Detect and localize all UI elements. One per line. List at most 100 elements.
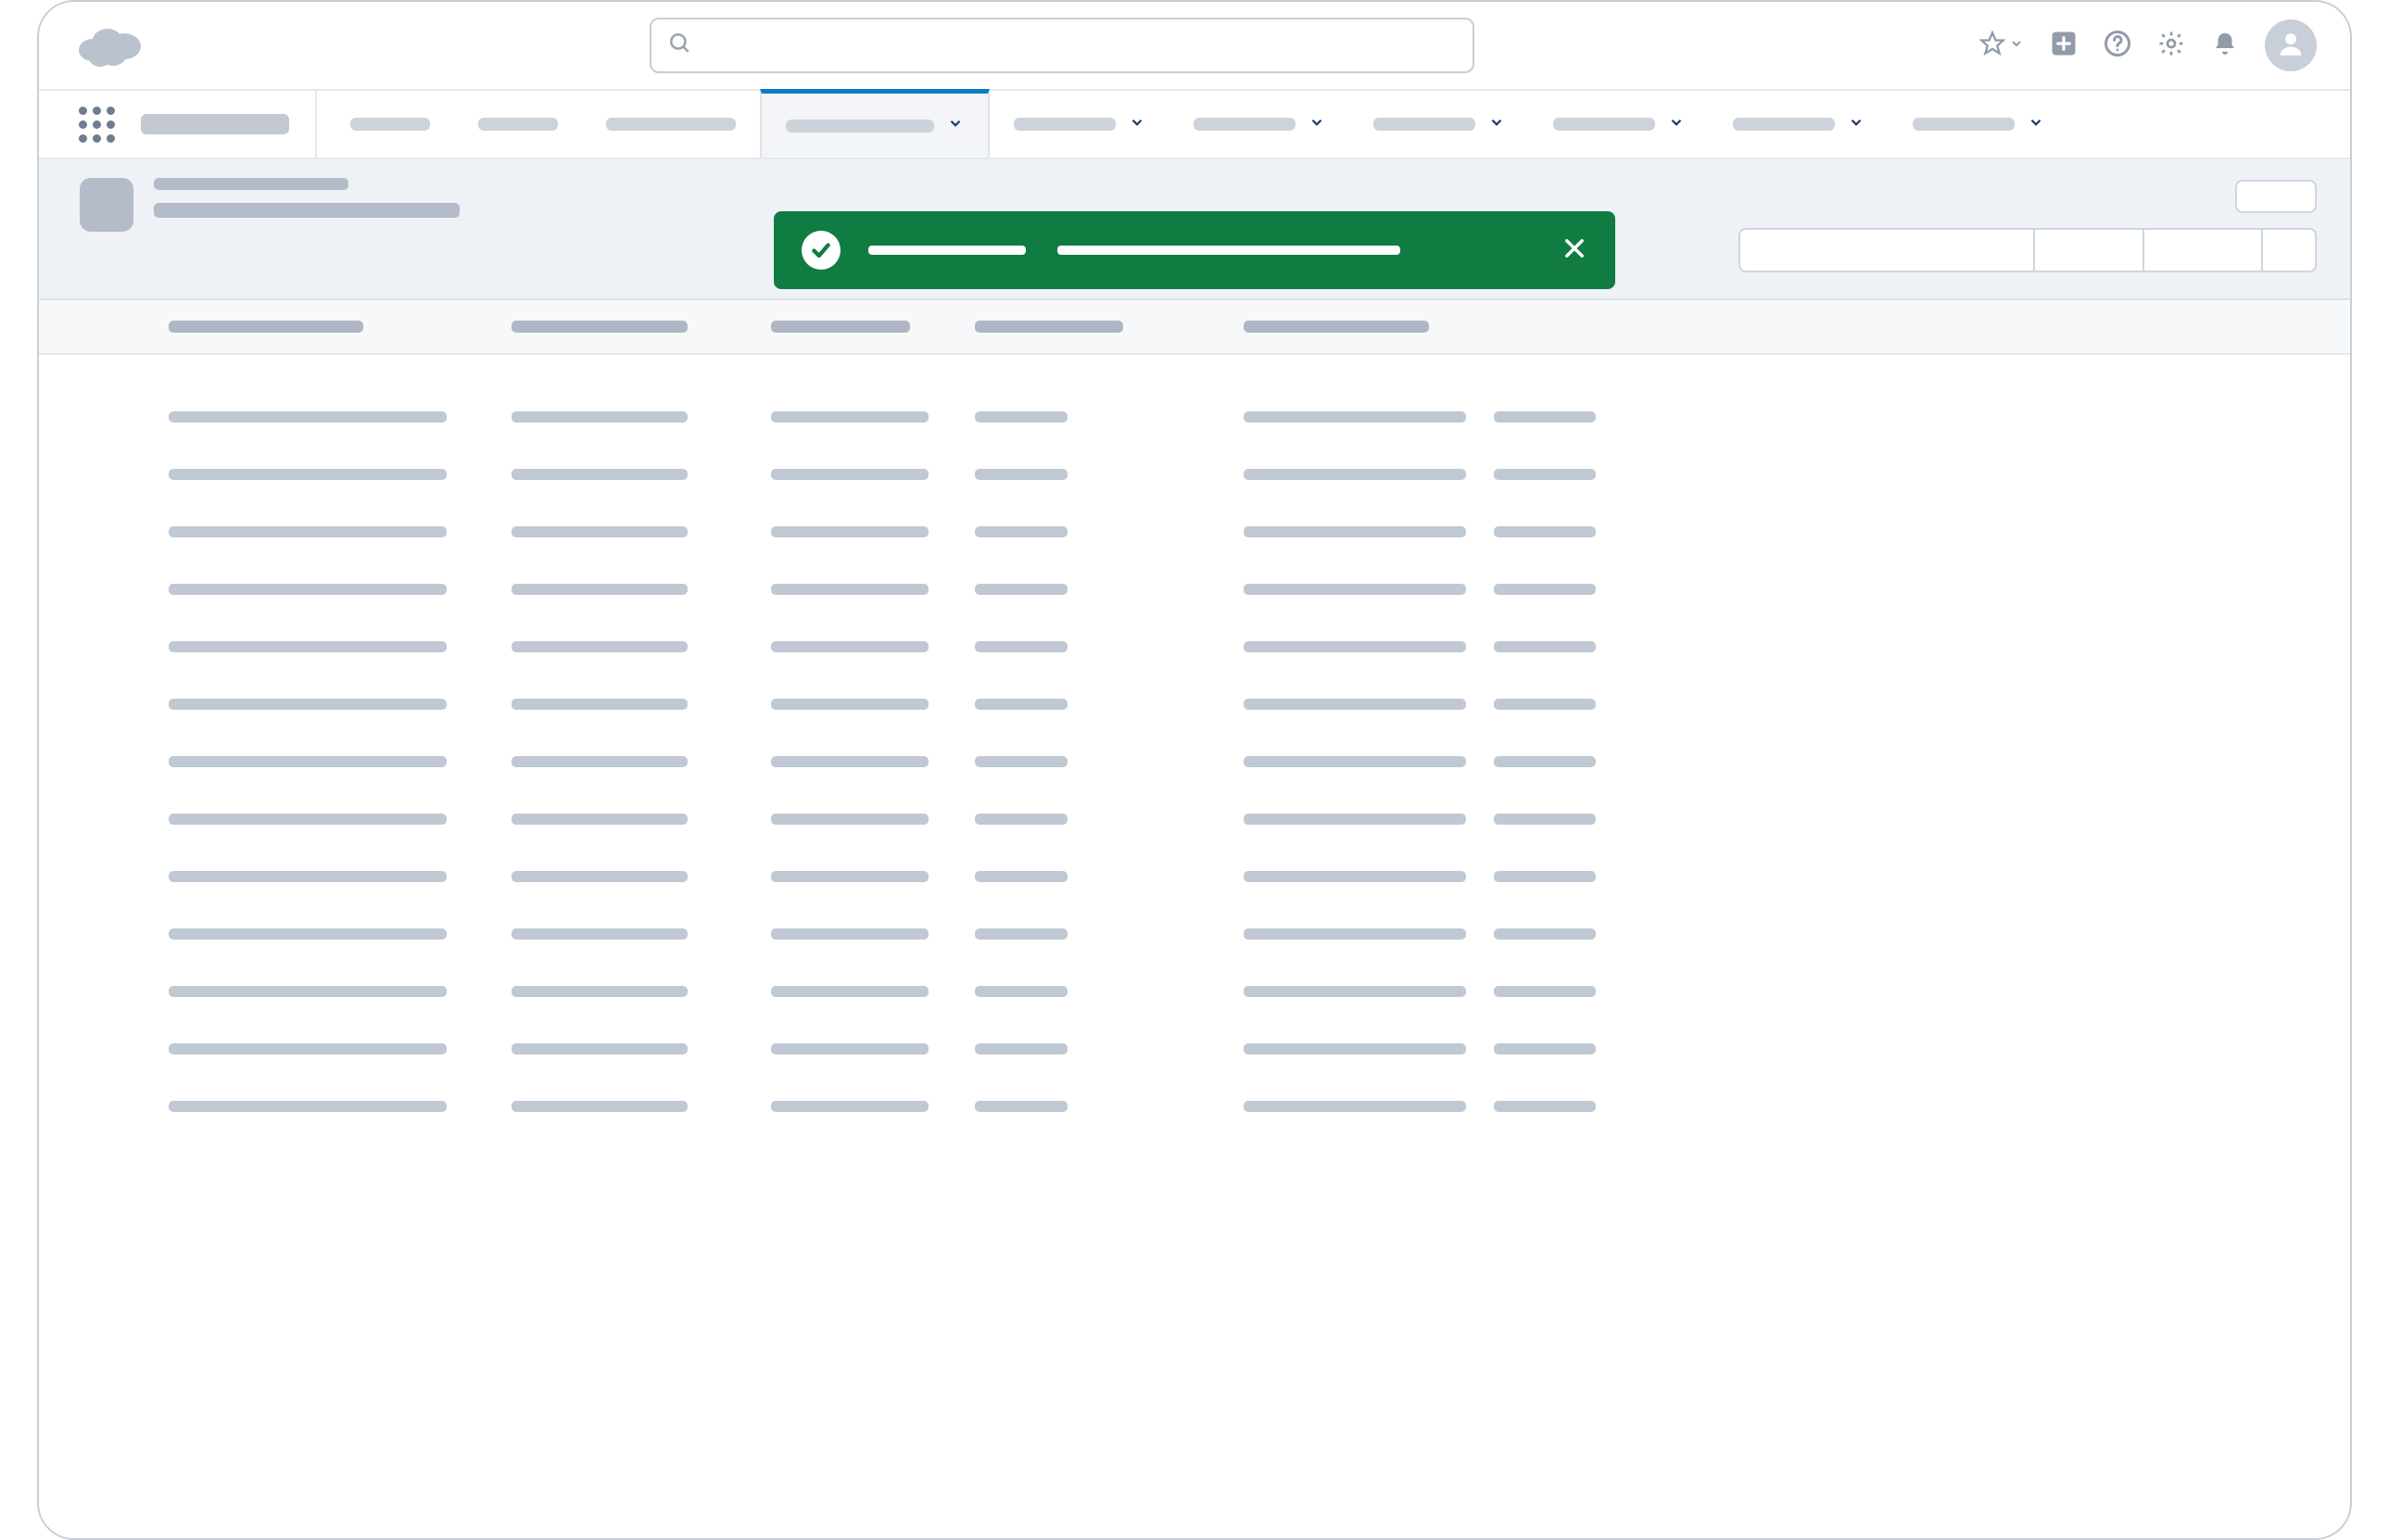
cell xyxy=(771,814,929,825)
table-row[interactable] xyxy=(169,503,2350,561)
user-avatar[interactable] xyxy=(2265,19,2317,71)
nav-tab-8[interactable] xyxy=(1709,91,1889,158)
cell xyxy=(169,584,447,595)
cell xyxy=(975,411,1068,423)
app-name-label xyxy=(141,114,289,134)
cell xyxy=(512,641,688,652)
cell xyxy=(771,699,929,710)
nav-tab-4[interactable] xyxy=(990,91,1169,158)
cell xyxy=(975,526,1068,537)
cell xyxy=(1494,699,1596,710)
nav-tab-0[interactable] xyxy=(326,91,454,158)
app-launcher[interactable] xyxy=(69,91,124,158)
col-2[interactable] xyxy=(512,321,688,333)
nav-tab-1[interactable] xyxy=(454,91,582,158)
favorites-button[interactable] xyxy=(1979,31,2024,61)
list-view-label xyxy=(154,203,460,218)
table-row[interactable] xyxy=(169,446,2350,503)
cell xyxy=(771,411,929,423)
nav-tab-label xyxy=(478,118,558,131)
notifications-button[interactable] xyxy=(2211,30,2239,62)
cell xyxy=(1244,526,1466,537)
cell xyxy=(771,526,929,537)
table-row[interactable] xyxy=(169,675,2350,733)
nav-tab-6[interactable] xyxy=(1349,91,1529,158)
success-check-icon xyxy=(802,231,841,270)
search-input[interactable] xyxy=(703,32,1456,58)
cell xyxy=(771,986,929,997)
cell xyxy=(1494,871,1596,882)
object-icon xyxy=(80,178,133,232)
gear-icon xyxy=(2157,30,2185,62)
setup-button[interactable] xyxy=(2157,30,2185,62)
cell xyxy=(169,526,447,537)
object-titles xyxy=(154,178,460,218)
cell xyxy=(771,1043,929,1054)
nav-tab-label xyxy=(1733,118,1835,131)
cell xyxy=(975,469,1068,480)
col-4[interactable] xyxy=(975,321,1123,333)
chevron-down-icon xyxy=(2028,114,2044,135)
table-row[interactable] xyxy=(169,963,2350,1020)
global-add-button[interactable] xyxy=(2050,30,2078,62)
table-row[interactable] xyxy=(169,733,2350,790)
question-icon xyxy=(2104,30,2131,62)
cell xyxy=(975,871,1068,882)
nav-tabs xyxy=(326,91,2068,158)
cell xyxy=(512,584,688,595)
toast-close-button[interactable] xyxy=(1561,235,1587,266)
table-body xyxy=(39,355,2350,1135)
cell xyxy=(1244,871,1466,882)
nav-tab-5[interactable] xyxy=(1169,91,1349,158)
cell xyxy=(1494,1043,1596,1054)
cell xyxy=(1494,928,1596,940)
nav-tab-7[interactable] xyxy=(1529,91,1709,158)
action-segment-2[interactable] xyxy=(2033,228,2144,272)
nav-tab-label xyxy=(1913,118,2015,131)
col-1[interactable] xyxy=(169,321,363,333)
action-segment-3[interactable] xyxy=(2143,228,2263,272)
chevron-down-icon xyxy=(1488,114,1505,135)
table-row[interactable] xyxy=(169,388,2350,446)
cell xyxy=(169,641,447,652)
person-icon xyxy=(2275,28,2307,64)
nav-tab-label xyxy=(606,118,736,131)
cell xyxy=(512,986,688,997)
table-row[interactable] xyxy=(169,1020,2350,1078)
cell xyxy=(1494,641,1596,652)
cell xyxy=(512,469,688,480)
table-row[interactable] xyxy=(169,848,2350,905)
cell xyxy=(1244,1101,1466,1112)
table-row[interactable] xyxy=(169,1078,2350,1135)
table-row[interactable] xyxy=(169,561,2350,618)
nav-tab-label xyxy=(1373,118,1475,131)
table-row[interactable] xyxy=(169,618,2350,675)
cell xyxy=(1244,641,1466,652)
cell xyxy=(975,986,1068,997)
nav-tab-9[interactable] xyxy=(1889,91,2068,158)
col-5[interactable] xyxy=(1244,321,1429,333)
nav-tab-3[interactable] xyxy=(760,89,990,158)
cell xyxy=(169,699,447,710)
action-segment-4[interactable] xyxy=(2261,228,2317,272)
cell xyxy=(169,986,447,997)
cell xyxy=(771,756,929,767)
cell xyxy=(1244,928,1466,940)
table-row[interactable] xyxy=(169,790,2350,848)
action-segment-1[interactable] xyxy=(1738,228,2035,272)
cell xyxy=(512,1101,688,1112)
search-box[interactable] xyxy=(650,18,1474,73)
global-search xyxy=(650,18,1474,73)
header-small-button[interactable] xyxy=(2235,180,2317,213)
cell xyxy=(169,1043,447,1054)
cell xyxy=(1244,469,1466,480)
list-view-title[interactable] xyxy=(154,203,460,218)
page-header-actions xyxy=(1738,178,2317,272)
cell xyxy=(1494,814,1596,825)
cell xyxy=(975,699,1068,710)
help-button[interactable] xyxy=(2104,30,2131,62)
cell xyxy=(512,871,688,882)
col-3[interactable] xyxy=(771,321,910,333)
table-row[interactable] xyxy=(169,905,2350,963)
nav-tab-2[interactable] xyxy=(582,91,760,158)
